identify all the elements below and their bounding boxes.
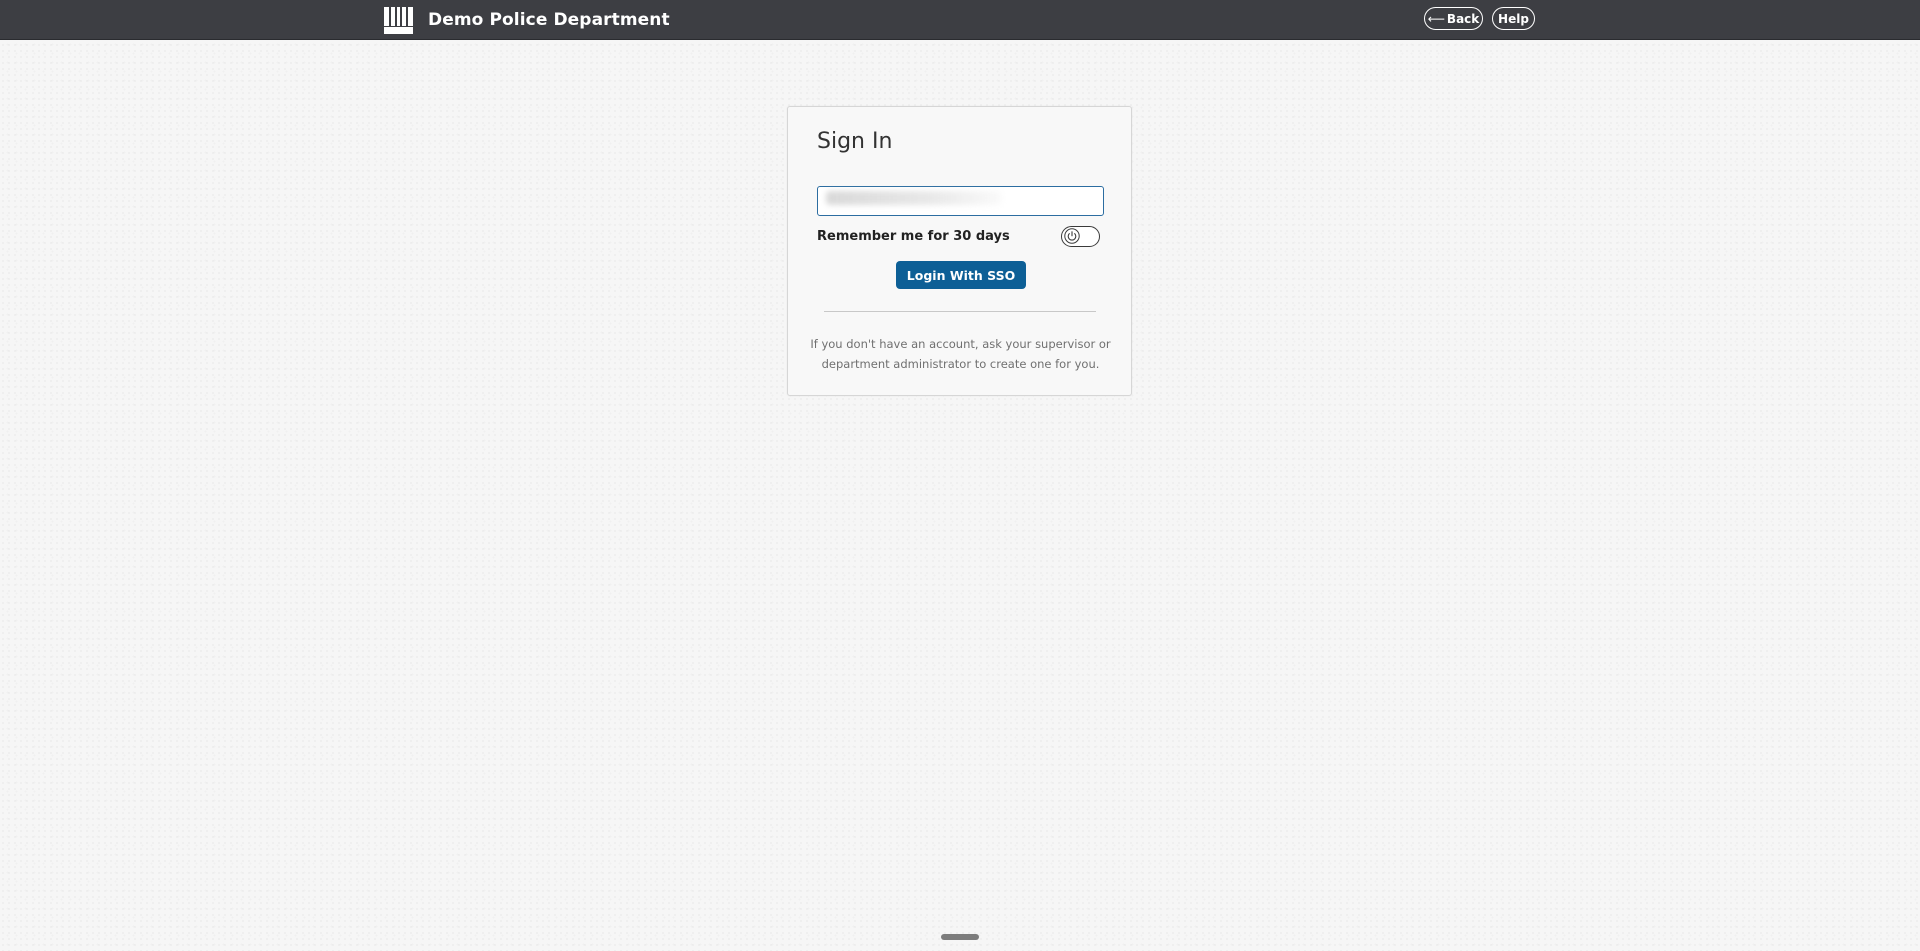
login-with-sso-button[interactable]: Login With SSO [896,261,1026,289]
help-button-label: Help [1498,11,1529,26]
remember-me-label: Remember me for 30 days [817,229,1010,244]
brand: Demo Police Department [384,6,670,34]
back-button-label: Back [1446,11,1480,26]
signin-title: Sign In [817,129,893,154]
email-input[interactable] [817,186,1104,216]
pace-logo [384,6,413,34]
signin-card: Sign In Remember me for 30 days Login Wi… [787,106,1132,396]
help-button[interactable]: Help [1492,7,1535,30]
bottom-drag-handle[interactable] [941,934,979,940]
power-icon [1064,228,1080,244]
back-button[interactable]: ⟵ Back [1424,7,1483,30]
department-title: Demo Police Department [428,10,670,30]
remember-me-toggle[interactable] [1061,226,1100,247]
top-navigation-bar: Demo Police Department ⟵ Back Help [0,0,1920,40]
divider [824,311,1096,312]
left-arrow-icon: ⟵ [1427,11,1445,26]
account-help-text: If you don't have an account, ask your s… [810,337,1111,371]
